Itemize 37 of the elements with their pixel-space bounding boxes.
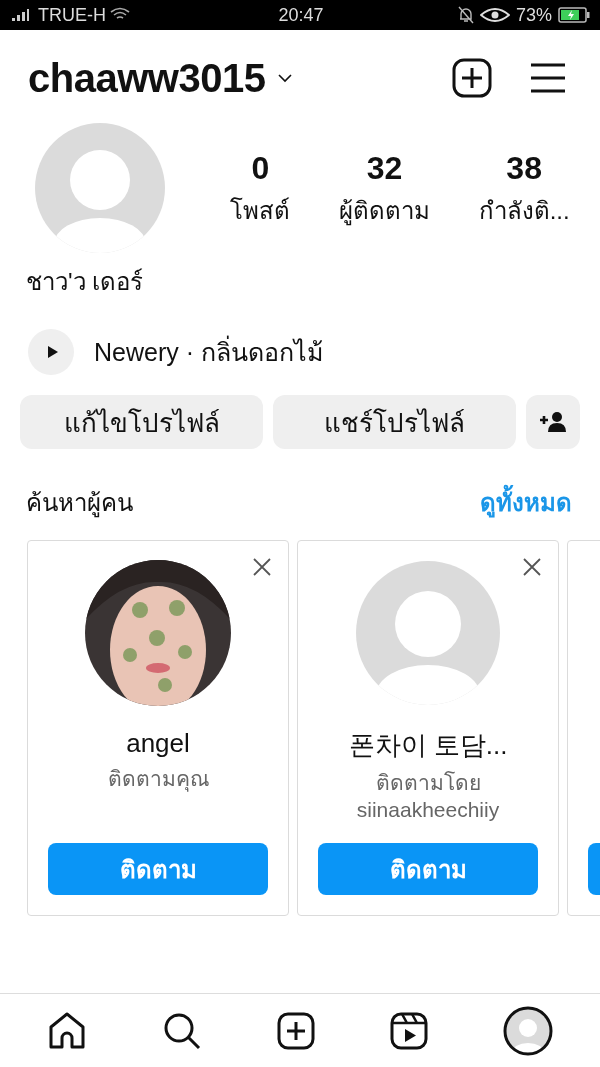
- reels-icon[interactable]: [389, 1011, 428, 1050]
- stat-label[interactable]: ผู้ติดตาม: [339, 191, 430, 230]
- stat-count[interactable]: 0: [251, 150, 270, 187]
- music-track[interactable]: Newery · กลิ่นดอกไม้: [94, 332, 323, 372]
- suggested-user-name: angel: [126, 728, 190, 759]
- suggestion-reason: ติดตามโดย siinaakheechiiy: [355, 770, 501, 824]
- stat-label[interactable]: กำลังติ...: [478, 191, 570, 230]
- add-person-button[interactable]: [526, 395, 580, 449]
- add-icon[interactable]: [277, 1011, 315, 1050]
- suggestion-reason: ติดตามคุณ: [107, 766, 209, 793]
- profile-avatar-icon[interactable]: [502, 1005, 553, 1056]
- close-icon[interactable]: [252, 557, 272, 577]
- avatar-icon: [34, 122, 166, 254]
- display-name: ชาว'ว เดอร์: [26, 267, 144, 297]
- battery-percent: 73%: [516, 4, 552, 26]
- battery-icon: [558, 7, 590, 23]
- play-button[interactable]: [28, 329, 74, 375]
- close-icon[interactable]: [522, 557, 542, 577]
- stat-label[interactable]: โพสต์: [230, 191, 291, 230]
- profile-action-button[interactable]: แก้ไขโปรไฟล์: [20, 395, 263, 449]
- avatar-icon: [355, 560, 501, 706]
- carrier-name: TRUE-H: [38, 4, 106, 26]
- chevron-down-icon[interactable]: [277, 73, 294, 83]
- stat-count[interactable]: 32: [366, 150, 403, 187]
- menu-icon[interactable]: [530, 62, 566, 94]
- play-icon: [46, 345, 59, 359]
- stat-count[interactable]: 38: [506, 150, 542, 187]
- home-icon[interactable]: [47, 1010, 88, 1051]
- muted-bell-icon: [458, 6, 474, 24]
- add-icon[interactable]: [452, 58, 492, 98]
- add-person-icon: [539, 411, 567, 433]
- section-title: ค้นหาผู้คน: [26, 488, 133, 520]
- eye-icon: [480, 7, 510, 23]
- username-title: chaaww3015: [28, 55, 266, 101]
- profile-action-button[interactable]: แชร์โปรไฟล์: [273, 395, 516, 449]
- clock-time: 20:47: [278, 4, 324, 26]
- suggested-user-name: 폰차이 토담...: [348, 729, 508, 762]
